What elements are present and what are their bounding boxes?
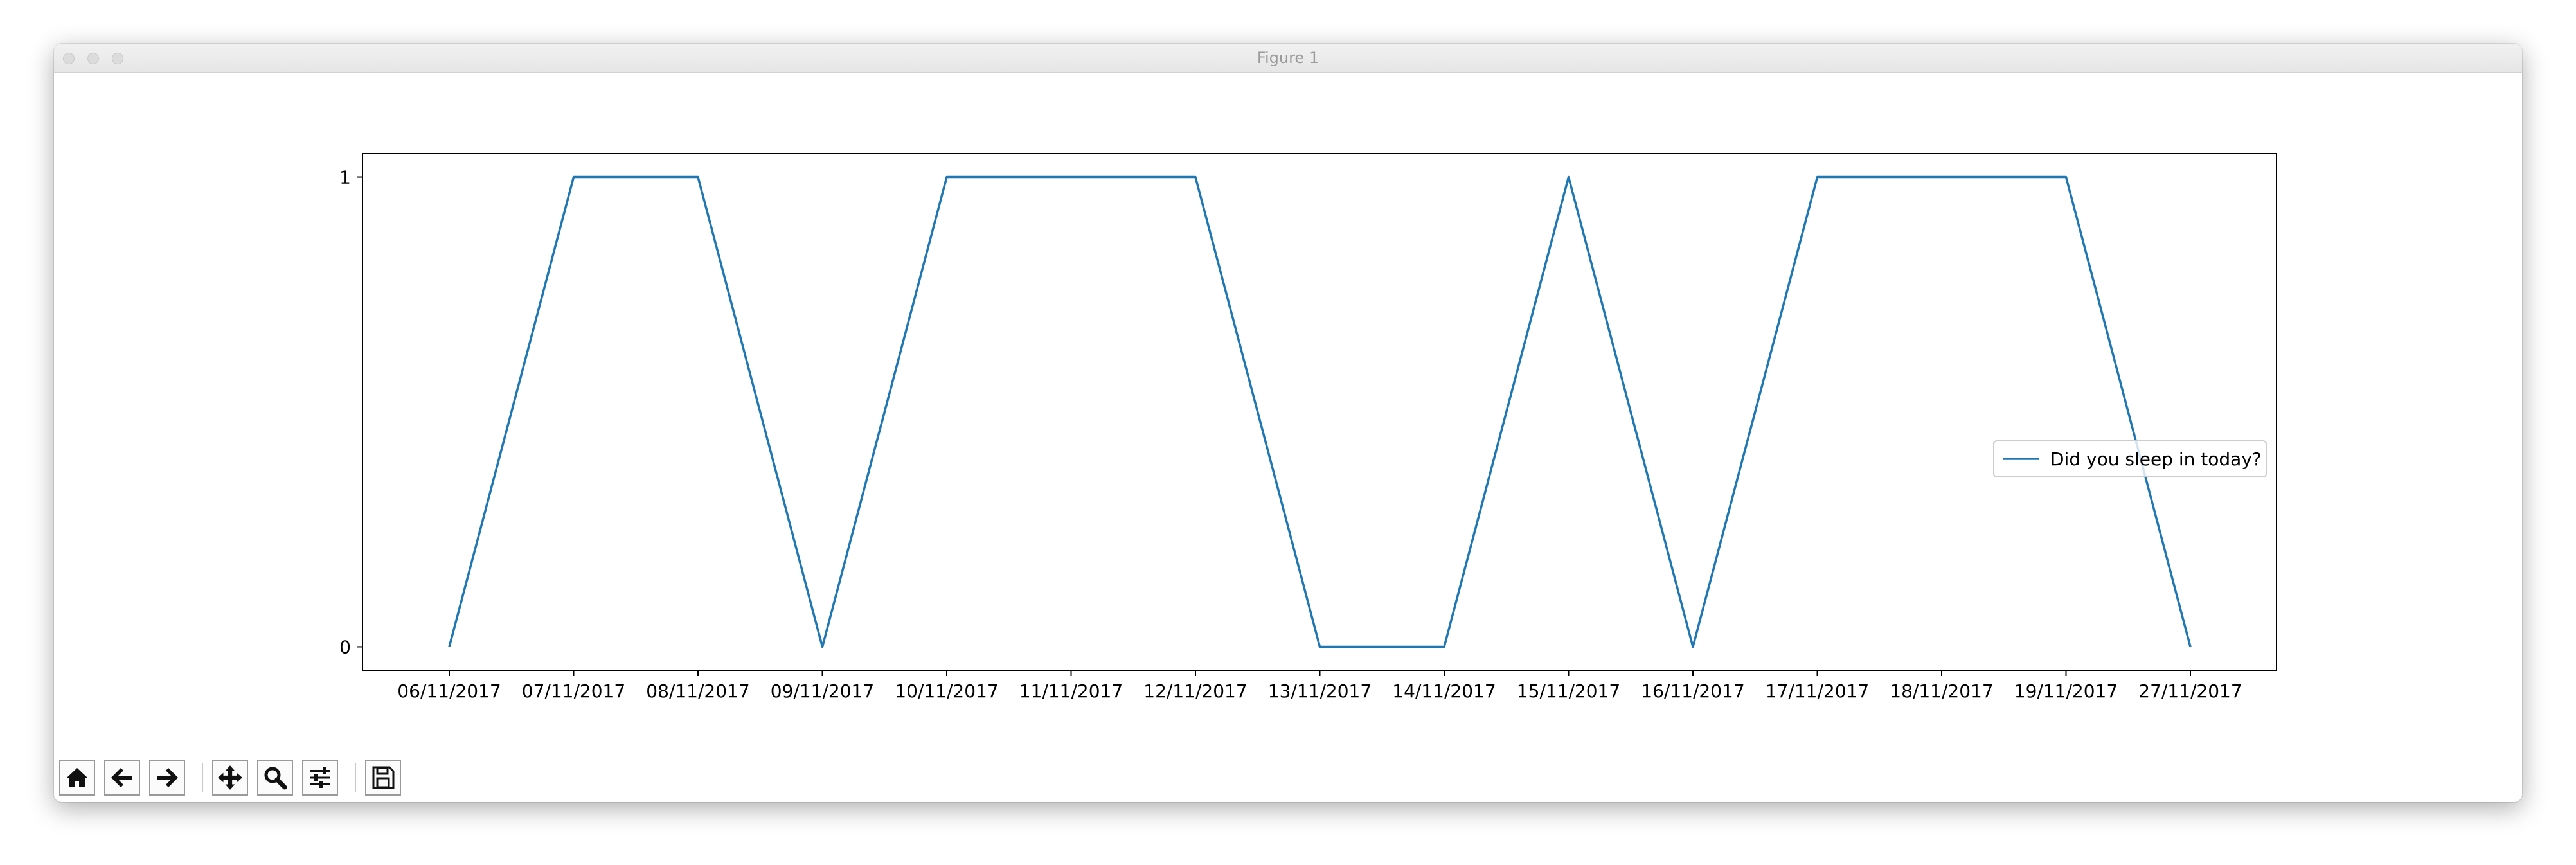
forward-button[interactable]: [149, 760, 185, 796]
home-button[interactable]: [59, 760, 95, 796]
arrow-right-icon: [157, 768, 178, 787]
legend: Did you sleep in today?: [1993, 440, 2267, 477]
toolbar-separator: [355, 763, 356, 792]
y-tick-label: 1: [339, 167, 351, 188]
x-tick-label: 18/11/2017: [1890, 681, 1993, 702]
navigation-toolbar: [54, 751, 2522, 802]
toolbar-separator: [202, 763, 203, 792]
zoom-button[interactable]: [257, 760, 293, 796]
save-button[interactable]: [365, 760, 401, 796]
x-tick-label: 10/11/2017: [895, 681, 998, 702]
x-tick-label: 08/11/2017: [646, 681, 749, 702]
home-icon: [66, 768, 88, 787]
y-tick-label: 0: [339, 636, 351, 657]
sliders-icon: [310, 767, 330, 788]
line-chart: 06/11/2017 07/11/2017 08/11/2017 09/11/2017…: [339, 153, 2277, 702]
move-icon: [218, 765, 242, 790]
back-button[interactable]: [104, 760, 140, 796]
x-tick-label: 06/11/2017: [397, 681, 501, 702]
x-tick-label: 17/11/2017: [1766, 681, 1869, 702]
x-tick-label: 12/11/2017: [1143, 681, 1247, 702]
configure-subplots-button[interactable]: [302, 760, 338, 796]
legend-label: Did you sleep in today?: [2050, 449, 2262, 470]
arrow-left-icon: [111, 768, 132, 787]
title-bar: Figure 1: [54, 44, 2522, 73]
series-line: [448, 175, 2192, 648]
plot-area-frame: [362, 153, 2277, 671]
x-tick-label: 19/11/2017: [2014, 681, 2118, 702]
magnifier-icon: [264, 767, 287, 790]
x-tick-label: 15/11/2017: [1517, 681, 1620, 702]
window-title: Figure 1: [1257, 49, 1319, 67]
pan-button[interactable]: [212, 760, 248, 796]
x-tick-label: 11/11/2017: [1019, 681, 1123, 702]
x-tick-label: 27/11/2017: [2138, 681, 2242, 702]
figure-canvas: 06/11/2017 07/11/2017 08/11/2017 09/11/2017…: [54, 73, 2522, 751]
x-tick-label: 16/11/2017: [1641, 681, 1744, 702]
x-tick-label: 13/11/2017: [1268, 681, 1372, 702]
x-tick-label: 07/11/2017: [522, 681, 625, 702]
floppy-disk-icon: [372, 766, 395, 789]
figure-window: Figure 1 06/11/2017 07/11/2017 08/11/2017 0…: [54, 44, 2522, 802]
x-tick-label: 14/11/2017: [1392, 681, 1496, 702]
x-tick-label: 09/11/2017: [771, 681, 874, 702]
